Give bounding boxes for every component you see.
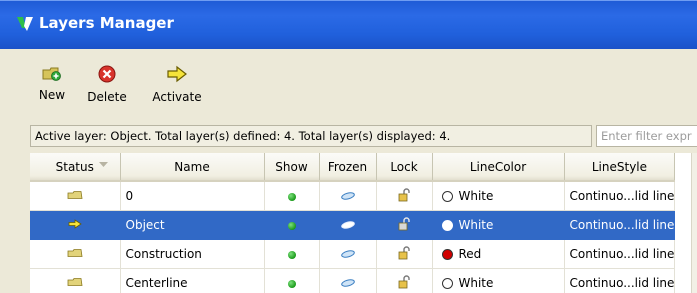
color-swatch bbox=[441, 277, 453, 289]
linestyle-cell[interactable]: Continuo...lid line bbox=[564, 239, 676, 269]
show-cell[interactable] bbox=[264, 210, 320, 240]
name-cell[interactable]: Centerline bbox=[120, 268, 265, 293]
delete-button[interactable]: Delete bbox=[84, 64, 130, 112]
new-button[interactable]: New bbox=[32, 64, 72, 112]
column-header-frozen-label: Frozen bbox=[327, 159, 368, 174]
sort-descending-icon bbox=[98, 162, 108, 167]
new-button-label: New bbox=[38, 88, 66, 102]
column-header-status[interactable]: Status bbox=[30, 153, 121, 182]
folder-icon bbox=[67, 247, 83, 261]
column-header-name-label: Name bbox=[174, 159, 210, 174]
column-header-linecolor[interactable]: LineColor bbox=[432, 153, 565, 182]
column-header-lock-label: Lock bbox=[390, 159, 418, 174]
column-header-linestyle-label: LineStyle bbox=[591, 159, 648, 174]
lock-cell[interactable] bbox=[376, 239, 433, 269]
frozen-cell[interactable] bbox=[319, 210, 377, 240]
unlocked-icon bbox=[398, 245, 410, 263]
name-cell[interactable]: Object bbox=[120, 210, 265, 240]
linecolor-cell[interactable]: White bbox=[432, 268, 565, 293]
column-header-linecolor-label: LineColor bbox=[469, 159, 527, 174]
not-frozen-icon bbox=[340, 189, 356, 203]
column-header-linestyle[interactable]: LineStyle bbox=[564, 153, 676, 182]
visible-on-icon bbox=[287, 221, 296, 230]
layers-manager-window: Layers Manager New Delete Activate Activ… bbox=[0, 0, 697, 293]
status-cell[interactable] bbox=[30, 268, 121, 293]
toolbar: New Delete Activate bbox=[0, 48, 697, 118]
status-cell[interactable] bbox=[30, 210, 121, 240]
table-body: 0 White Continuo...lid line Object White Cont… bbox=[30, 181, 676, 293]
unlocked-icon bbox=[398, 187, 410, 205]
window-title: Layers Manager bbox=[39, 14, 174, 32]
visible-on-icon bbox=[287, 279, 296, 288]
linecolor-label: White bbox=[458, 189, 494, 203]
title-bar[interactable]: Layers Manager bbox=[0, 0, 697, 49]
status-cell[interactable] bbox=[30, 181, 121, 211]
filter-input[interactable]: Enter filter expr bbox=[596, 125, 697, 147]
column-header-frozen[interactable]: Frozen bbox=[319, 153, 377, 182]
linecolor-label: White bbox=[458, 276, 494, 290]
color-swatch bbox=[441, 190, 453, 202]
unlocked-icon bbox=[398, 274, 410, 292]
not-frozen-icon bbox=[340, 276, 356, 290]
linecolor-cell[interactable]: Red bbox=[432, 239, 565, 269]
table-header-row: Status Name Show Frozen Lock LineColor L… bbox=[30, 153, 676, 182]
column-header-status-label: Status bbox=[55, 159, 94, 174]
linestyle-cell[interactable]: Continuo...lid line bbox=[564, 181, 676, 211]
table-row[interactable]: Object White Continuo...lid line bbox=[30, 210, 676, 240]
vertical-scrollbar[interactable] bbox=[691, 153, 697, 293]
column-header-lock[interactable]: Lock bbox=[376, 153, 433, 182]
unlocked-icon bbox=[398, 216, 410, 234]
delete-icon bbox=[98, 65, 116, 83]
linecolor-label: White bbox=[458, 218, 494, 232]
visible-on-icon bbox=[287, 250, 296, 259]
name-cell[interactable]: 0 bbox=[120, 181, 265, 211]
status-cell[interactable] bbox=[30, 239, 121, 269]
lock-cell[interactable] bbox=[376, 210, 433, 240]
frozen-cell[interactable] bbox=[319, 268, 377, 293]
layers-table: Status Name Show Frozen Lock LineColor L… bbox=[30, 153, 697, 293]
linecolor-label: Red bbox=[458, 247, 482, 261]
linecolor-cell[interactable]: White bbox=[432, 181, 565, 211]
name-cell[interactable]: Construction bbox=[120, 239, 265, 269]
linestyle-cell[interactable]: Continuo...lid line bbox=[564, 268, 676, 293]
app-logo-icon bbox=[17, 17, 33, 31]
frozen-cell[interactable] bbox=[319, 181, 377, 211]
lock-cell[interactable] bbox=[376, 181, 433, 211]
table-row[interactable]: Centerline White Continuo...lid line bbox=[30, 268, 676, 293]
arrow-active-icon bbox=[68, 218, 82, 232]
visible-on-icon bbox=[287, 192, 296, 201]
frozen-cell[interactable] bbox=[319, 239, 377, 269]
show-cell[interactable] bbox=[264, 181, 320, 211]
column-header-name[interactable]: Name bbox=[120, 153, 265, 182]
column-header-show[interactable]: Show bbox=[264, 153, 320, 182]
show-cell[interactable] bbox=[264, 239, 320, 269]
linecolor-cell[interactable]: White bbox=[432, 210, 565, 240]
status-text: Active layer: Object. Total layer(s) def… bbox=[30, 125, 592, 147]
new-layer-icon bbox=[42, 67, 61, 81]
folder-icon bbox=[67, 276, 83, 290]
table-row[interactable]: Construction Red Continuo...lid line bbox=[30, 239, 676, 269]
activate-button[interactable]: Activate bbox=[148, 64, 206, 112]
not-frozen-icon bbox=[340, 247, 356, 261]
color-swatch bbox=[441, 248, 453, 260]
folder-icon bbox=[67, 189, 83, 203]
not-frozen-icon bbox=[340, 218, 356, 232]
color-swatch bbox=[441, 219, 453, 231]
linestyle-cell[interactable]: Continuo...lid line bbox=[564, 210, 676, 240]
activate-arrow-icon bbox=[167, 65, 187, 83]
table-row[interactable]: 0 White Continuo...lid line bbox=[30, 181, 676, 211]
lock-cell[interactable] bbox=[376, 268, 433, 293]
show-cell[interactable] bbox=[264, 268, 320, 293]
delete-button-label: Delete bbox=[87, 90, 127, 104]
activate-button-label: Activate bbox=[152, 90, 202, 104]
column-header-show-label: Show bbox=[275, 159, 308, 174]
